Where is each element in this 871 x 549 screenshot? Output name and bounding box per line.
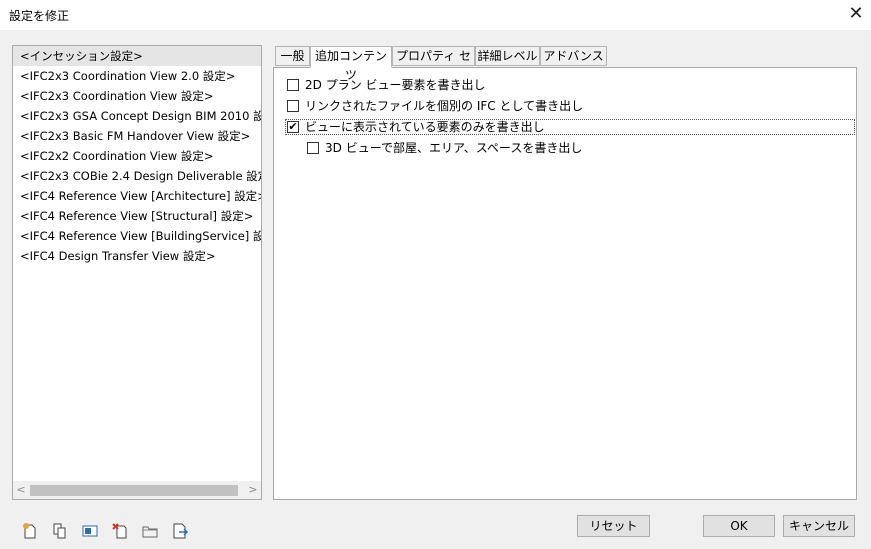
ok-button[interactable]: OK xyxy=(703,515,775,537)
tab-additional-content[interactable]: 追加コンテンツ xyxy=(310,46,392,82)
setup-list-item[interactable]: <IFC2x3 Coordination View 2.0 設定> xyxy=(13,66,261,86)
new-setup-icon[interactable] xyxy=(21,522,39,540)
checkbox[interactable] xyxy=(287,100,299,112)
setup-list-panel: <インセッション設定> <IFC2x3 Coordination View 2.0… xyxy=(12,45,262,500)
scroll-thumb[interactable] xyxy=(30,485,238,496)
rename-setup-icon[interactable] xyxy=(81,522,99,540)
tab-level-of-detail[interactable]: 詳細レベル xyxy=(475,46,540,66)
export-setup-icon[interactable] xyxy=(171,522,189,540)
close-icon[interactable]: ✕ xyxy=(841,0,871,30)
delete-setup-icon[interactable] xyxy=(111,522,129,540)
option-label: リンクされたファイルを個別の IFC として書き出し xyxy=(305,99,584,113)
setup-list-item[interactable]: <IFC2x2 Coordination View 設定> xyxy=(13,146,261,166)
setup-list-item[interactable]: <インセッション設定> xyxy=(13,46,261,66)
setup-list: <インセッション設定> <IFC2x3 Coordination View 2.0… xyxy=(13,46,261,481)
setup-list-item[interactable]: <IFC2x3 GSA Concept Design BIM 2010 設定> xyxy=(13,106,261,126)
option-label: ビューに表示されている要素のみを書き出し xyxy=(305,120,545,134)
setup-list-item[interactable]: <IFC4 Reference View [BuildingService] 設… xyxy=(13,226,261,246)
window-title: 設定を修正 xyxy=(9,9,70,23)
checkbox[interactable]: ✔ xyxy=(287,121,299,133)
tab-property-sets[interactable]: プロパティ セット xyxy=(392,46,475,82)
horizontal-scrollbar[interactable]: < > xyxy=(13,481,261,499)
title-bar: 設定を修正 ✕ xyxy=(0,0,871,30)
checkbox[interactable] xyxy=(307,142,319,154)
setup-list-item[interactable]: <IFC4 Design Transfer View 設定> xyxy=(13,246,261,266)
import-setup-icon[interactable] xyxy=(141,522,159,540)
setup-list-item[interactable]: <IFC2x3 Basic FM Handover View 設定> xyxy=(13,126,261,146)
setup-list-item[interactable]: <IFC2x3 Coordination View 設定> xyxy=(13,86,261,106)
scroll-left-icon[interactable]: < xyxy=(13,481,29,499)
scroll-right-icon[interactable]: > xyxy=(245,481,261,499)
modify-setup-dialog: 設定を修正 ✕ <インセッション設定> <IFC2x3 Coordination … xyxy=(0,0,871,549)
setup-list-item[interactable]: <IFC4 Reference View [Structural] 設定> xyxy=(13,206,261,226)
tab-general[interactable]: 一般 xyxy=(275,46,310,66)
option-label: 2D プラン ビュー要素を書き出し xyxy=(305,78,486,92)
cancel-button[interactable]: キャンセル xyxy=(783,515,855,537)
option-label: 3D ビューで部屋、エリア、スペースを書き出し xyxy=(325,141,583,155)
tab-advanced[interactable]: アドバンスド xyxy=(540,46,607,82)
duplicate-setup-icon[interactable] xyxy=(51,522,69,540)
setup-list-item[interactable]: <IFC2x3 COBie 2.4 Design Deliverable 設定> xyxy=(13,166,261,186)
reset-button[interactable]: リセット xyxy=(577,515,650,537)
checkbox[interactable] xyxy=(287,79,299,91)
setup-list-item[interactable]: <IFC4 Reference View [Architecture] 設定> xyxy=(13,186,261,206)
